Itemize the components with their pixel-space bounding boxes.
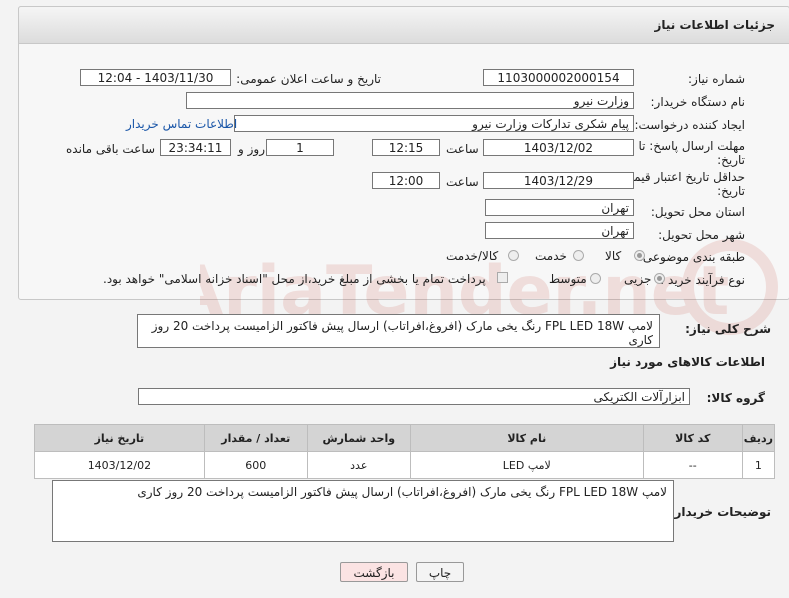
col-name: نام کالا [409,424,644,452]
col-qty: تعداد / مقدار [203,424,308,452]
validity-time-field: 12:00 [372,172,440,189]
cell-row: 1 [741,451,776,479]
category-service-label: خدمت [535,249,567,263]
deadline-label: مهلت ارسال پاسخ: تا [638,139,745,153]
deadline-date-field: 1403/12/02 [483,139,634,156]
buyer-org-label: نام دستگاه خریدار: [650,95,746,109]
category-goods-radio[interactable] [634,250,645,261]
deadline-date-label: تاریخ: [717,153,745,167]
process-medium-radio[interactable] [590,273,601,284]
deadline-time-field: 12:15 [372,139,440,156]
city-label: شهر محل تحویل: [658,228,745,242]
validity-date-label: تاریخ: [717,184,745,198]
panel-title: جزئیات اطلاعات نیاز [654,18,775,32]
print-button[interactable]: چاپ [416,562,464,582]
province-field: تهران [485,199,634,216]
col-code: کد کالا [642,424,743,452]
process-medium-label: متوسط [549,272,587,286]
province-label: استان محل تحویل: [650,205,745,219]
need-number-label: شماره نیاز: [688,72,745,86]
category-both-radio[interactable] [508,250,519,261]
description-label: شرح کلی نیاز: [685,322,771,336]
col-row: ردیف [741,424,776,452]
category-both-label: کالا/خدمت [446,249,499,263]
panel-header: جزئیات اطلاعات نیاز [18,6,789,44]
buyer-org-field: وزارت نیرو [186,92,634,109]
days-remaining-field: 1 [266,139,334,156]
goods-group-label: گروه کالا: [706,391,765,405]
category-service-radio[interactable] [573,250,584,261]
process-label: نوع فرآیند خرید : [660,273,745,287]
creator-label: ایجاد کننده درخواست: [634,118,745,132]
announce-field: 1403/11/30 - 12:04 [80,69,231,86]
contact-buyer-link[interactable]: اطلاعات تماس خریدار [126,117,237,131]
city-field: تهران [485,222,634,239]
table-row: 1 -- لامپ LED عدد 600 1403/12/02 [34,451,776,479]
col-unit: واحد شمارش [306,424,411,452]
buyer-notes-textarea[interactable]: لامپ FPL LED 18W رنگ یخی مارک (افروغ،افر… [52,480,674,542]
validity-date-field: 1403/12/29 [483,172,634,189]
announce-label: تاریخ و ساعت اعلان عمومی: [236,72,381,86]
buyer-notes-label: توضیحات خریدار: [669,505,771,519]
remaining-label: ساعت باقی مانده [66,142,156,156]
col-date: تاریخ نیاز [34,424,205,452]
treasury-payment-checkbox[interactable] [497,272,508,283]
items-table-header: ردیف کد کالا نام کالا واحد شمارش تعداد /… [34,424,776,452]
process-minor-label: جزیی [624,272,652,286]
cell-code: -- [642,451,743,479]
remaining-time-field: 23:34:11 [160,139,231,156]
back-button[interactable]: بازگشت [340,562,408,582]
cell-name: لامپ LED [409,451,644,479]
description-textarea[interactable]: لامپ FPL LED 18W رنگ یخی مارک (افروغ،افر… [137,314,660,348]
validity-time-label: ساعت [446,175,479,189]
creator-field: پیام شکری تدارکات وزارت نیرو [234,115,634,132]
treasury-payment-note: پرداخت تمام یا بخشی از مبلغ خرید،از محل … [103,272,486,286]
cell-unit: عدد [306,451,411,479]
days-label: روز و [238,142,265,156]
category-goods-label: کالا [605,249,622,263]
goods-group-field: ابزارآلات الکتریکی [138,388,690,405]
process-minor-radio[interactable] [654,273,665,284]
category-label: طبقه بندی موضوعی: [638,250,745,264]
cell-qty: 600 [203,451,308,479]
items-section-title: اطلاعات کالاهای مورد نیاز [610,355,765,369]
deadline-time-label: ساعت [446,142,479,156]
items-table: ردیف کد کالا نام کالا واحد شمارش تعداد /… [34,424,776,479]
cell-date: 1403/12/02 [34,451,205,479]
need-number-field: 1103000002000154 [483,69,634,86]
